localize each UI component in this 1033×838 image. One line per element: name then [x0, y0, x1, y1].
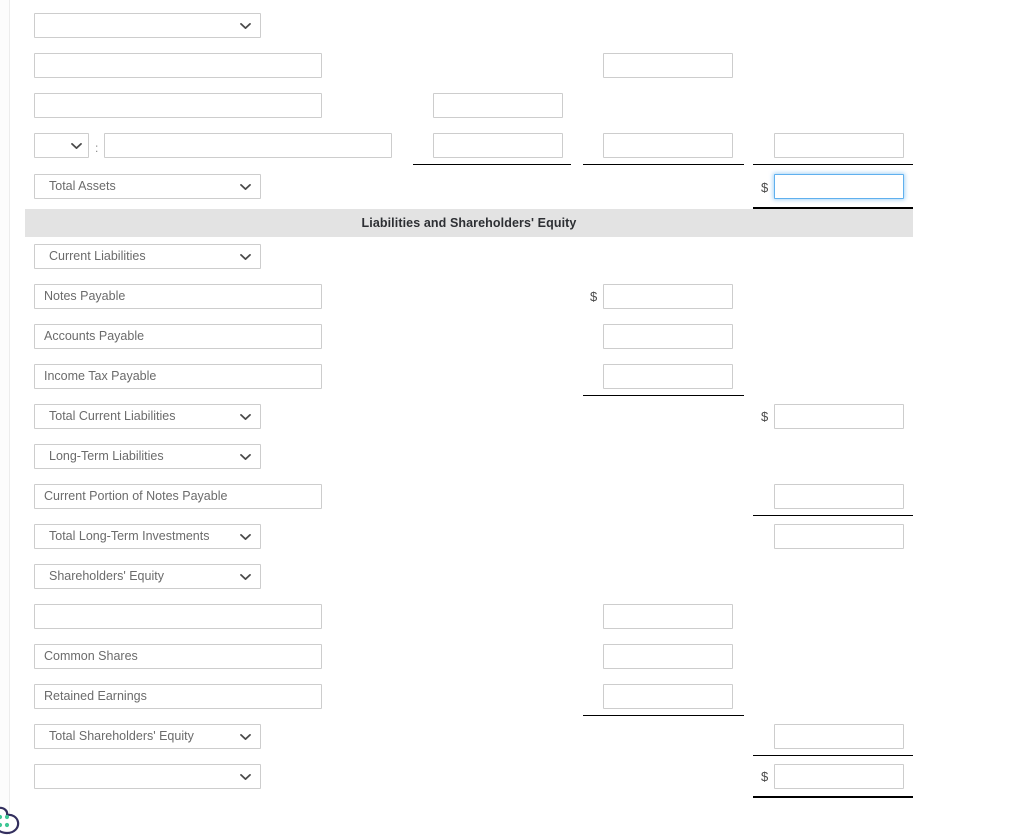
total-shareholders-equity-select-value: Total Shareholders' Equity — [49, 729, 194, 744]
asset-amount-col1-row3[interactable] — [433, 93, 563, 118]
liability-line-label-current-portion-notes-payable-value: Current Portion of Notes Payable — [44, 489, 228, 504]
asset-row4-separator: : — [95, 141, 99, 155]
equity-line-label-common-shares[interactable]: Common Shares — [34, 644, 322, 669]
total-shareholders-equity-amount-input[interactable] — [774, 724, 904, 749]
chevron-down-icon — [240, 22, 251, 29]
chevron-down-icon — [71, 142, 82, 149]
grand-total-amount-input[interactable] — [774, 764, 904, 789]
subtotal-rule-col2 — [583, 164, 744, 165]
liability-line-label-notes-payable[interactable]: Notes Payable — [34, 284, 322, 309]
income-tax-payable-amount-input[interactable] — [603, 364, 733, 389]
chevron-down-icon — [240, 453, 251, 460]
total-current-liabilities-select-value: Total Current Liabilities — [49, 409, 176, 424]
liability-category-select-long-term[interactable]: Long-Term Liabilities — [34, 444, 261, 469]
asset-line-label-4[interactable] — [104, 133, 392, 158]
total-long-term-investments-select[interactable]: Total Long-Term Investments — [34, 524, 261, 549]
subtotal-rule-col1 — [413, 164, 571, 165]
common-shares-amount-input[interactable] — [603, 644, 733, 669]
equity-subtotal-rule — [583, 715, 744, 716]
asset-category-select-1[interactable] — [34, 13, 261, 38]
equity-line-label-common-shares-value: Common Shares — [44, 649, 138, 664]
chevron-down-icon — [240, 573, 251, 580]
long-term-liabilities-subtotal-rule — [753, 515, 913, 516]
liability-line-label-accounts-payable[interactable]: Accounts Payable — [34, 324, 322, 349]
grand-total-bottom-rule — [753, 796, 913, 798]
cursor-paw-icon — [0, 806, 20, 835]
equity-blank-amount-input[interactable] — [603, 604, 733, 629]
accounts-payable-amount-input[interactable] — [603, 324, 733, 349]
grand-total-currency-symbol: $ — [761, 769, 769, 784]
asset-amount-col2-row4[interactable] — [603, 133, 733, 158]
subtotal-rule-col3 — [753, 164, 913, 165]
liability-line-label-income-tax-payable-value: Income Tax Payable — [44, 369, 157, 384]
balance-sheet-worksheet: : Total Assets $ Liabilities and Shareho… — [0, 0, 1033, 835]
liability-line-label-income-tax-payable[interactable]: Income Tax Payable — [34, 364, 322, 389]
liability-line-label-current-portion-notes-payable[interactable]: Current Portion of Notes Payable — [34, 484, 322, 509]
total-long-term-investments-amount-input[interactable] — [774, 524, 904, 549]
equity-line-label-retained-earnings[interactable]: Retained Earnings — [34, 684, 322, 709]
total-current-liabilities-currency-symbol: $ — [761, 409, 769, 424]
equity-line-label-blank[interactable] — [34, 604, 322, 629]
equity-category-select[interactable]: Shareholders' Equity — [34, 564, 261, 589]
liability-line-label-notes-payable-value: Notes Payable — [44, 289, 126, 304]
liability-category-select-current[interactable]: Current Liabilities — [34, 244, 261, 269]
current-portion-notes-payable-amount-input[interactable] — [774, 484, 904, 509]
equity-category-select-value: Shareholders' Equity — [49, 569, 164, 584]
asset-amount-col1-row4[interactable] — [433, 133, 563, 158]
asset-line-label-3[interactable] — [34, 93, 322, 118]
equity-line-label-retained-earnings-value: Retained Earnings — [44, 689, 147, 704]
chevron-down-icon — [240, 183, 251, 190]
total-assets-currency-symbol: $ — [761, 180, 769, 195]
asset-amount-col3-row4[interactable] — [774, 133, 904, 158]
chevron-down-icon — [240, 253, 251, 260]
notes-payable-amount-input[interactable] — [603, 284, 733, 309]
asset-line-label-2[interactable] — [34, 53, 322, 78]
section-banner-label: Liabilities and Shareholders' Equity — [361, 216, 577, 230]
total-current-liabilities-amount-input[interactable] — [774, 404, 904, 429]
chevron-down-icon — [240, 533, 251, 540]
notes-payable-currency-symbol: $ — [590, 289, 598, 304]
total-assets-amount-input[interactable] — [774, 174, 904, 199]
chevron-down-icon — [240, 413, 251, 420]
grand-total-upper-rule — [753, 755, 913, 756]
current-liabilities-subtotal-rule — [583, 395, 744, 396]
total-assets-select[interactable]: Total Assets — [34, 174, 261, 199]
total-shareholders-equity-select[interactable]: Total Shareholders' Equity — [34, 724, 261, 749]
grand-total-select[interactable] — [34, 764, 261, 789]
total-current-liabilities-select[interactable]: Total Current Liabilities — [34, 404, 261, 429]
retained-earnings-amount-input[interactable] — [603, 684, 733, 709]
total-assets-select-value: Total Assets — [49, 179, 116, 194]
chevron-down-icon — [240, 733, 251, 740]
liability-category-select-long-term-value: Long-Term Liabilities — [49, 449, 164, 464]
liability-line-label-accounts-payable-value: Accounts Payable — [44, 329, 145, 344]
total-long-term-investments-select-value: Total Long-Term Investments — [49, 529, 210, 544]
asset-subcategory-select-4[interactable] — [34, 133, 89, 158]
section-banner-liabilities-equity: Liabilities and Shareholders' Equity — [25, 209, 913, 237]
liability-category-select-current-value: Current Liabilities — [49, 249, 146, 264]
chevron-down-icon — [240, 773, 251, 780]
asset-amount-col2-row2[interactable] — [603, 53, 733, 78]
